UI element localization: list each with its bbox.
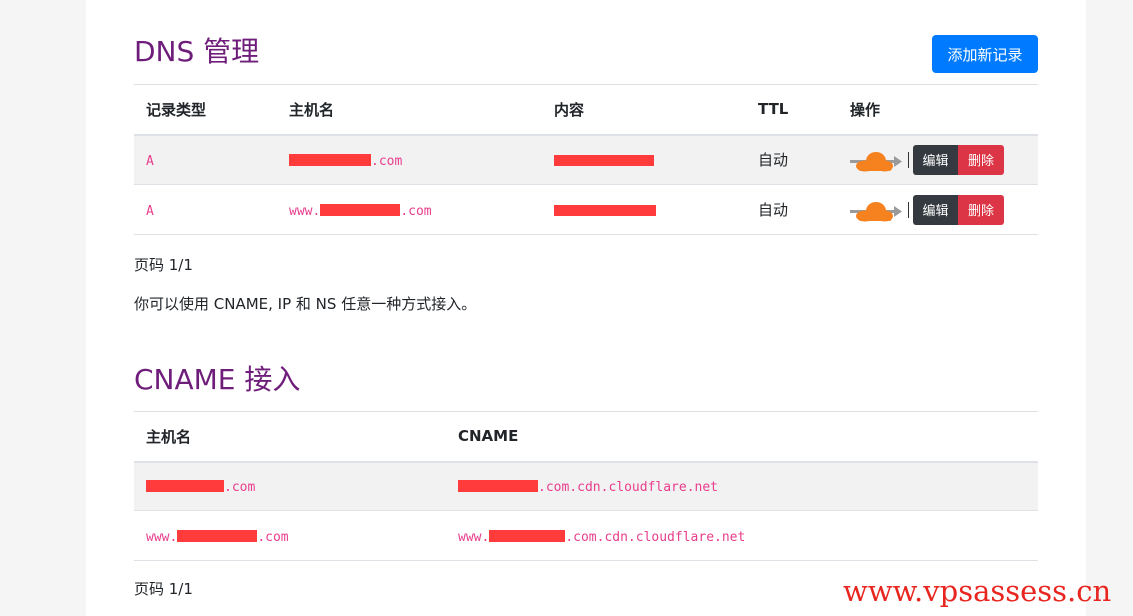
cloudflare-proxy-icon[interactable] (850, 148, 906, 172)
dns-pagination: 页码 1/1 (134, 256, 193, 274)
record-type: A (146, 203, 154, 219)
cname-target-cell: .com.cdn.cloudflare.net (446, 461, 1038, 511)
edit-button[interactable]: 编辑 (913, 144, 958, 175)
dns-table-header: 记录类型 主机名 内容 TTL 操作 (134, 84, 1038, 136)
redacted-block (177, 529, 258, 542)
cname-target-cell: www. .com.cdn.cloudflare.net (446, 510, 1038, 561)
record-actions: 编辑 删除 (838, 184, 1038, 235)
redacted-block (289, 153, 371, 166)
add-record-button[interactable]: 添加新记录 (932, 35, 1038, 73)
record-host-cell: www. .com (277, 184, 542, 235)
col-header-host: 主机名 (134, 411, 446, 463)
cname-host: www. .com (146, 529, 289, 545)
record-actions: 编辑 删除 (838, 134, 1038, 185)
redacted-block (458, 480, 538, 493)
record-ttl: 自动 (746, 134, 838, 185)
record-content-cell (542, 134, 746, 185)
dns-section-title: DNS 管理 (134, 35, 260, 68)
record-host-cell: .com (277, 134, 542, 185)
content-panel: DNS 管理 添加新记录 记录类型 主机名 内容 TTL 操作 A .com 自… (86, 0, 1086, 616)
col-header-ttl: TTL (746, 84, 838, 136)
cname-pagination: 页码 1/1 (134, 580, 193, 598)
redacted-block (554, 154, 654, 166)
cname-table-header: 主机名 CNAME (134, 411, 1038, 463)
redacted-block (146, 480, 224, 493)
table-row: A www. .com 自动 编辑 删除 (134, 184, 1038, 235)
divider (908, 151, 909, 168)
record-type-cell: A (134, 134, 277, 185)
cname-table: 主机名 CNAME .com .com.cdn.cloudflare.net w… (134, 411, 1038, 561)
cloudflare-proxy-icon[interactable] (850, 198, 906, 222)
table-row: www. .com www. .com.cdn.cloudflare.net (134, 510, 1038, 561)
record-host: www. .com (289, 203, 432, 219)
record-type-cell: A (134, 184, 277, 235)
cname-section-title: CNAME 接入 (134, 363, 301, 396)
record-ttl: 自动 (746, 184, 838, 235)
cname-host: .com (146, 480, 255, 495)
col-header-host: 主机名 (277, 84, 542, 136)
col-header-cname: CNAME (446, 411, 1038, 463)
record-type: A (146, 153, 154, 169)
access-note: 你可以使用 CNAME, IP 和 NS 任意一种方式接入。 (134, 295, 477, 313)
row-button-group: 编辑 删除 (913, 144, 1004, 175)
table-row: .com .com.cdn.cloudflare.net (134, 461, 1038, 511)
col-header-content: 内容 (542, 84, 746, 136)
record-host: .com (289, 153, 402, 169)
edit-button[interactable]: 编辑 (913, 194, 958, 225)
redacted-block (489, 529, 566, 542)
cname-target: www. .com.cdn.cloudflare.net (458, 529, 746, 545)
cname-host-cell: www. .com (134, 510, 446, 561)
site-watermark: www.vpsassess.cn (843, 574, 1112, 608)
row-button-group: 编辑 删除 (913, 194, 1004, 225)
redacted-block (320, 203, 401, 216)
delete-button[interactable]: 删除 (958, 194, 1004, 225)
record-content-cell (542, 184, 746, 235)
table-row: A .com 自动 编辑 删除 (134, 134, 1038, 185)
col-header-type: 记录类型 (134, 84, 277, 136)
col-header-actions: 操作 (838, 84, 1038, 136)
delete-button[interactable]: 删除 (958, 144, 1004, 175)
cname-host-cell: .com (134, 461, 446, 511)
dns-records-table: 记录类型 主机名 内容 TTL 操作 A .com 自动 编辑 删除 A www… (134, 84, 1038, 235)
cname-target: .com.cdn.cloudflare.net (458, 480, 718, 495)
redacted-block (554, 204, 656, 216)
divider (908, 201, 909, 218)
